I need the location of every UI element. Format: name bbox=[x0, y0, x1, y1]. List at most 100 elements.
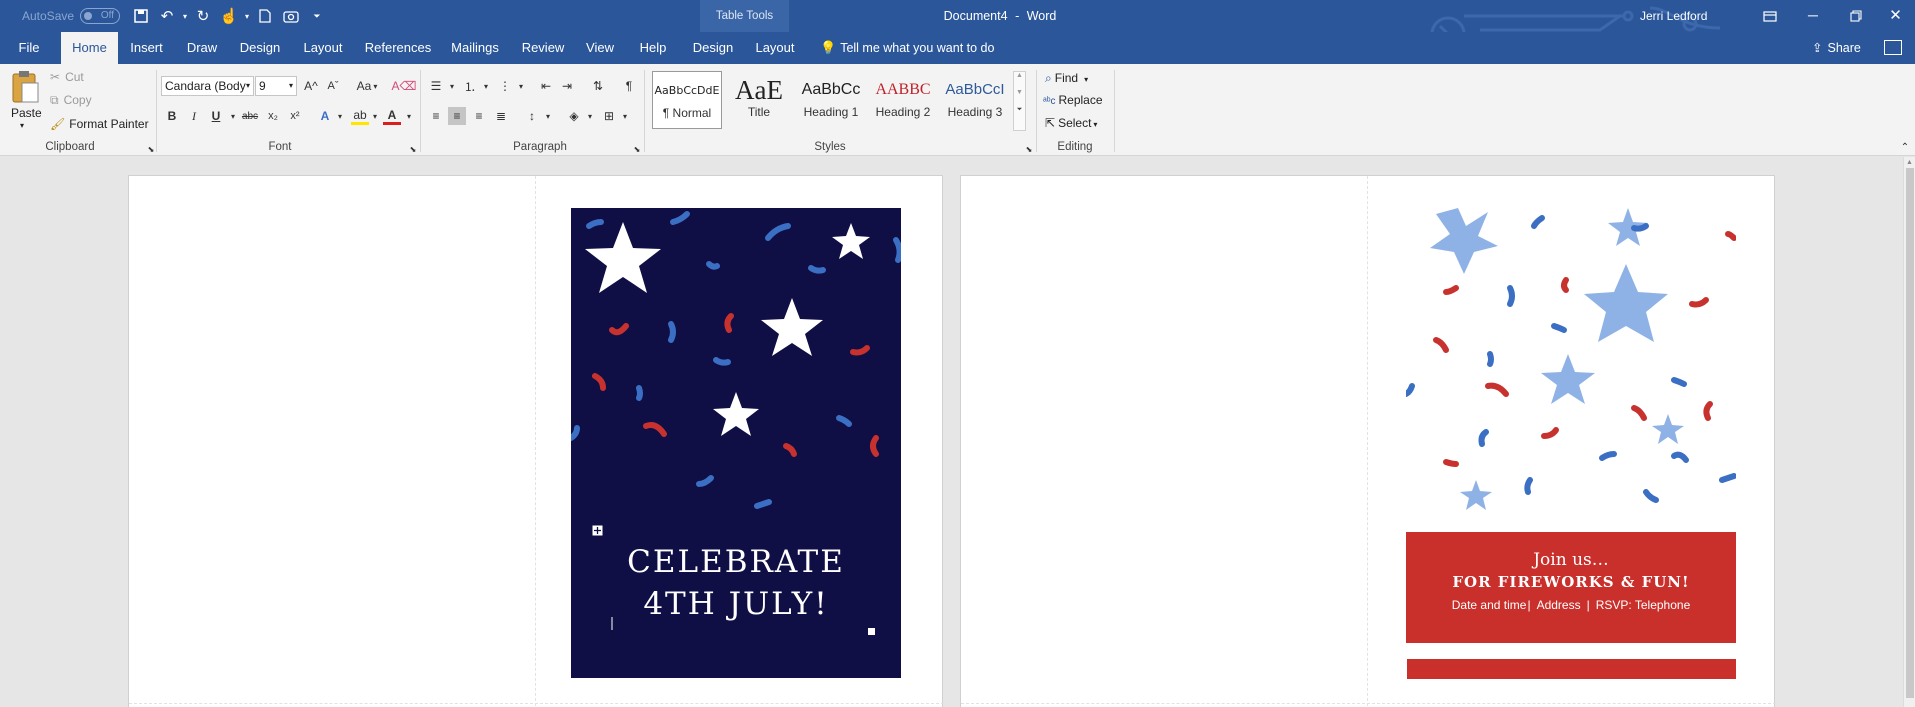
restore-icon[interactable] bbox=[1836, 0, 1876, 32]
select-dropdown-icon[interactable]: ▾ bbox=[1093, 120, 1097, 129]
user-name[interactable]: Jerri Ledford bbox=[1640, 0, 1707, 32]
tab-view[interactable]: View bbox=[580, 32, 620, 64]
styles-group-label: Styles bbox=[814, 141, 846, 153]
paste-icon[interactable] bbox=[10, 70, 40, 104]
minimize-icon[interactable]: ─ bbox=[1790, 0, 1836, 32]
undo-icon[interactable]: ↶ bbox=[154, 4, 180, 28]
numbering-dropdown-icon[interactable]: ▾ bbox=[477, 77, 495, 95]
copy-button[interactable]: ⧉ Copy bbox=[50, 93, 92, 108]
grow-font-icon[interactable]: A^ bbox=[302, 77, 320, 95]
tab-help[interactable]: Help bbox=[632, 32, 674, 64]
window-title: Document4 - Word bbox=[870, 0, 1130, 32]
share-button[interactable]: ⇪ Share bbox=[1812, 32, 1861, 64]
find-dropdown-icon[interactable]: ▾ bbox=[1084, 75, 1088, 84]
highlight-dropdown-icon[interactable]: ▾ bbox=[366, 107, 384, 125]
tab-draw[interactable]: Draw bbox=[181, 32, 223, 64]
tab-references[interactable]: References bbox=[362, 32, 434, 64]
tab-home[interactable]: Home bbox=[61, 32, 118, 64]
styles-scroll[interactable]: ▲ ▼ ⏷ bbox=[1013, 71, 1026, 131]
table-gridline bbox=[961, 703, 1776, 704]
font-size-combo[interactable]: 9 ▾ bbox=[255, 76, 297, 96]
underline-dropdown-icon[interactable]: ▾ bbox=[224, 107, 242, 125]
style-heading-2[interactable]: AABBC Heading 2 bbox=[868, 71, 938, 129]
strikethrough-button[interactable]: abc bbox=[241, 107, 259, 125]
decrease-indent-icon[interactable]: ⇤ bbox=[537, 77, 555, 95]
shading-dropdown-icon[interactable]: ▾ bbox=[581, 107, 599, 125]
autosave-toggle[interactable]: AutoSave Off bbox=[22, 0, 121, 32]
increase-indent-icon[interactable]: ⇥ bbox=[558, 77, 576, 95]
clipboard-launcher-icon[interactable]: ⬊ bbox=[142, 140, 160, 158]
tab-review[interactable]: Review bbox=[518, 32, 568, 64]
line-spacing-dropdown-icon[interactable]: ▾ bbox=[539, 107, 557, 125]
text-effects-dropdown-icon[interactable]: ▾ bbox=[331, 107, 349, 125]
cut-button[interactable]: ✂ Cut bbox=[50, 70, 84, 84]
find-button[interactable]: ⌕ Find ▾ bbox=[1045, 71, 1088, 86]
scroll-thumb[interactable] bbox=[1905, 168, 1914, 698]
customize-qat-icon[interactable]: ⏷ bbox=[304, 4, 330, 28]
font-color-icon[interactable]: A bbox=[383, 107, 401, 125]
tab-insert[interactable]: Insert bbox=[124, 32, 169, 64]
select-button[interactable]: ⇱ Select ▾ bbox=[1045, 116, 1097, 130]
font-name-combo[interactable]: Candara (Body ▾ bbox=[161, 76, 254, 96]
event-details: Date and time| Address | RSVP: Telephone bbox=[1451, 598, 1691, 612]
style-normal-name: ¶ Normal bbox=[662, 106, 712, 120]
scroll-up-icon[interactable]: ▲ bbox=[1904, 159, 1915, 166]
replace-button[interactable]: ᵃᵇc Replace bbox=[1043, 93, 1103, 107]
touch-mode-icon[interactable]: ☝ bbox=[216, 4, 242, 28]
paste-dropdown-icon[interactable]: ▾ bbox=[20, 121, 24, 130]
style-title[interactable]: AaE Title bbox=[724, 71, 794, 129]
styles-down-icon[interactable]: ▼ bbox=[1014, 89, 1025, 96]
tab-layout[interactable]: Layout bbox=[297, 32, 349, 64]
font-size-dropdown-icon[interactable]: ▾ bbox=[289, 77, 293, 95]
tab-table-design[interactable]: Design bbox=[687, 32, 739, 64]
shrink-font-icon[interactable]: Aˇ bbox=[324, 77, 342, 95]
align-right-icon[interactable]: ≡ bbox=[470, 107, 488, 125]
bullets-dropdown-icon[interactable]: ▾ bbox=[443, 77, 461, 95]
style-heading-3[interactable]: AaBbCcI Heading 3 bbox=[940, 71, 1010, 129]
tab-mailings[interactable]: Mailings bbox=[447, 32, 503, 64]
tab-table-layout[interactable]: Layout bbox=[749, 32, 801, 64]
align-left-icon[interactable]: ≡ bbox=[427, 107, 445, 125]
italic-button[interactable]: I bbox=[185, 107, 203, 125]
page-left[interactable]: CELEBRATE 4TH JULY! bbox=[128, 175, 944, 707]
style-heading-1[interactable]: AaBbCc Heading 1 bbox=[796, 71, 866, 129]
clear-formatting-icon[interactable]: A⌫ bbox=[392, 77, 417, 95]
tab-design[interactable]: Design bbox=[234, 32, 286, 64]
tab-file[interactable]: File bbox=[8, 32, 50, 64]
multilevel-dropdown-icon[interactable]: ▾ bbox=[512, 77, 530, 95]
redo-icon[interactable]: ↻ bbox=[190, 4, 216, 28]
new-document-icon[interactable] bbox=[252, 4, 278, 28]
sort-icon[interactable]: ⇅ bbox=[589, 77, 607, 95]
superscript-button[interactable]: x² bbox=[286, 107, 304, 125]
vertical-scrollbar[interactable]: ▲ bbox=[1903, 157, 1915, 707]
borders-dropdown-icon[interactable]: ▾ bbox=[616, 107, 634, 125]
styles-more-icon[interactable]: ⏷ bbox=[1014, 106, 1025, 114]
ribbon-display-options-icon[interactable] bbox=[1750, 0, 1790, 32]
change-case-icon[interactable]: Aa ▾ bbox=[353, 77, 381, 95]
undo-dropdown-icon[interactable]: ▾ bbox=[180, 4, 190, 28]
touch-dropdown-icon[interactable]: ▾ bbox=[242, 4, 252, 28]
subscript-button[interactable]: x₂ bbox=[264, 107, 282, 125]
collapse-ribbon-icon[interactable]: ⌃ bbox=[1896, 138, 1914, 156]
page-right[interactable]: Join us… FOR FIREWORKS & FUN! Date and t… bbox=[960, 175, 1776, 707]
paste-button[interactable]: Paste bbox=[11, 106, 42, 120]
photo-icon[interactable] bbox=[278, 4, 304, 28]
justify-icon[interactable]: ≣ bbox=[492, 107, 510, 125]
clipboard-group-label: Clipboard bbox=[45, 141, 95, 153]
save-icon[interactable] bbox=[128, 4, 154, 28]
comments-icon[interactable] bbox=[1884, 40, 1902, 55]
format-painter-button[interactable]: 🖌 Format Painter bbox=[50, 117, 149, 131]
style-normal[interactable]: AaBbCcDdE ¶ Normal bbox=[652, 71, 722, 129]
show-formatting-icon[interactable]: ¶ bbox=[620, 77, 638, 95]
bold-button[interactable]: B bbox=[163, 107, 181, 125]
card-front[interactable]: CELEBRATE 4TH JULY! bbox=[571, 208, 901, 678]
styles-up-icon[interactable]: ▲ bbox=[1014, 72, 1025, 79]
tell-me-box[interactable]: 💡 Tell me what you want to do bbox=[820, 32, 994, 64]
font-name-dropdown-icon[interactable]: ▾ bbox=[246, 77, 250, 95]
invitation-banner[interactable]: Join us… FOR FIREWORKS & FUN! Date and t… bbox=[1406, 532, 1736, 643]
underline-button[interactable]: U bbox=[207, 107, 225, 125]
align-center-icon[interactable]: ≡ bbox=[448, 107, 466, 125]
font-color-dropdown-icon[interactable]: ▾ bbox=[400, 107, 418, 125]
close-icon[interactable]: ✕ bbox=[1876, 0, 1915, 32]
title-separator: - bbox=[1015, 9, 1020, 23]
